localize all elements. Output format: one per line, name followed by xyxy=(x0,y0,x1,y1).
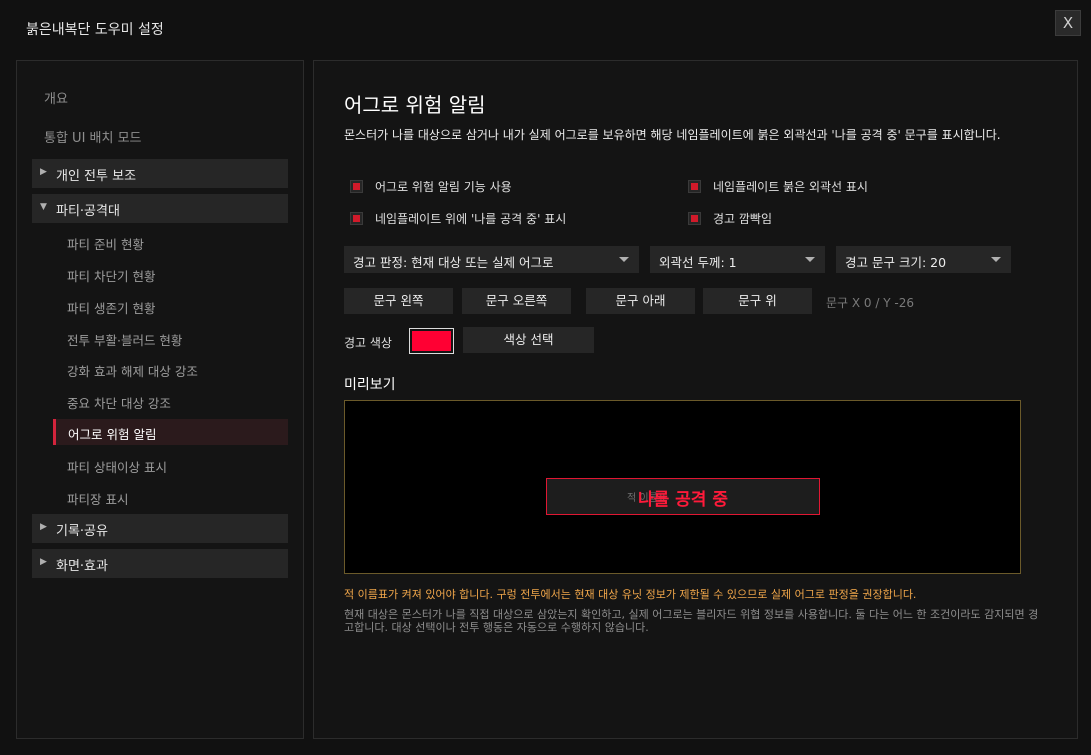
dropdown-value: 외곽선 두께: 1 xyxy=(659,255,737,270)
sidebar-group-records-share[interactable]: ▶ 기록·공유 xyxy=(32,514,288,543)
group-label: 파티·공격대 xyxy=(56,204,120,219)
checkbox-label: 네임플레이트 붉은 외곽선 표시 xyxy=(713,180,868,194)
title-bar: 붉은내복단 도우미 설정 X xyxy=(0,0,1091,58)
sidebar-item-overview[interactable]: 개요 xyxy=(44,88,68,107)
sidebar-item-label: 어그로 위험 알림 xyxy=(68,427,157,442)
checkbox-box[interactable] xyxy=(350,180,363,193)
warning-text-size-dropdown[interactable]: 경고 문구 크기: 20 xyxy=(836,246,1011,273)
checkbox-box[interactable] xyxy=(688,212,701,225)
sidebar-item-party-ready[interactable]: 파티 준비 현황 xyxy=(67,234,144,253)
preview-title: 미리보기 xyxy=(344,377,396,393)
sidebar-item-battle-res[interactable]: 전투 부활·블러드 현황 xyxy=(67,330,182,349)
warning-color-label: 경고 색상 xyxy=(344,336,392,350)
page-description: 몬스터가 나를 대상으로 삼거나 내가 실제 어그로를 보유하면 해당 네임플레… xyxy=(344,128,1001,142)
chevron-right-icon: ▶ xyxy=(40,557,47,567)
chevron-down-icon xyxy=(619,257,629,262)
aggro-warning-text: 나를 공격 중 xyxy=(637,490,729,510)
group-label: 화면·효과 xyxy=(56,559,108,574)
preview-nameplate: 적 이름표 나를 공격 중 xyxy=(546,478,820,515)
text-right-button[interactable]: 문구 오른쪽 xyxy=(462,288,571,314)
group-label: 개인 전투 보조 xyxy=(56,169,137,184)
checkbox-label: 네임플레이트 위에 '나를 공격 중' 표시 xyxy=(375,212,567,226)
chevron-down-icon xyxy=(991,257,1001,262)
group-label: 기록·공유 xyxy=(56,524,108,539)
warning-judgement-dropdown[interactable]: 경고 판정: 현재 대상 또는 실제 어그로 xyxy=(344,246,639,273)
sidebar-group-personal-combat[interactable]: ▶ 개인 전투 보조 xyxy=(32,159,288,188)
info-text: 현재 대상은 몬스터가 나를 직접 대상으로 삼았는지 확인하고, 실제 어그로… xyxy=(344,608,1039,634)
sidebar-item-interrupt-highlight[interactable]: 중요 차단 대상 강조 xyxy=(67,393,171,412)
page-title: 어그로 위험 알림 xyxy=(344,93,486,117)
checkbox-box[interactable] xyxy=(688,180,701,193)
text-below-button[interactable]: 문구 아래 xyxy=(586,288,695,314)
color-swatch-fill xyxy=(412,331,451,351)
sidebar-item-party-debuffs[interactable]: 파티 상태이상 표시 xyxy=(67,457,167,476)
sidebar-group-party-raid[interactable]: ▼ 파티·공격대 xyxy=(32,194,288,223)
checkbox-label: 경고 깜빡임 xyxy=(713,212,773,226)
window-title: 붉은내복단 도우미 설정 xyxy=(26,22,164,38)
chevron-down-icon xyxy=(805,257,815,262)
sidebar-group-screen-effects[interactable]: ▶ 화면·효과 xyxy=(32,549,288,578)
sidebar-item-aggro-alert[interactable]: 어그로 위험 알림 xyxy=(53,419,288,445)
choose-color-button[interactable]: 색상 선택 xyxy=(463,327,594,353)
warning-color-swatch[interactable] xyxy=(409,328,454,354)
sidebar-item-dispel-highlight[interactable]: 강화 효과 해제 대상 강조 xyxy=(67,361,198,380)
preview-area: 적 이름표 나를 공격 중 xyxy=(344,400,1021,574)
warning-notice: 적 이름표가 켜져 있어야 합니다. 구렁 전투에서는 현재 대상 유닛 정보가… xyxy=(344,588,917,601)
settings-panel: 어그로 위험 알림 몬스터가 나를 대상으로 삼거나 내가 실제 어그로를 보유… xyxy=(313,60,1078,739)
checkbox-label: 어그로 위험 알림 기능 사용 xyxy=(375,180,512,194)
text-left-button[interactable]: 문구 왼쪽 xyxy=(344,288,453,314)
sidebar-item-party-interrupts[interactable]: 파티 차단기 현황 xyxy=(67,266,155,285)
dropdown-value: 경고 판정: 현재 대상 또는 실제 어그로 xyxy=(353,255,554,270)
checkbox-box[interactable] xyxy=(350,212,363,225)
chevron-right-icon: ▶ xyxy=(40,522,47,532)
dropdown-value: 경고 문구 크기: 20 xyxy=(845,255,947,270)
close-button[interactable]: X xyxy=(1055,10,1081,36)
text-offset-readout: 문구 X 0 / Y -26 xyxy=(826,296,914,310)
chevron-right-icon: ▶ xyxy=(40,167,47,177)
chevron-down-icon: ▼ xyxy=(40,202,47,212)
sidebar-item-party-leader[interactable]: 파티장 표시 xyxy=(67,489,128,508)
sidebar-item-party-defensives[interactable]: 파티 생존기 현황 xyxy=(67,298,155,317)
text-above-button[interactable]: 문구 위 xyxy=(703,288,812,314)
outline-thickness-dropdown[interactable]: 외곽선 두께: 1 xyxy=(650,246,825,273)
sidebar: 개요 통합 UI 배치 모드 ▶ 개인 전투 보조 ▼ 파티·공격대 파티 준비… xyxy=(16,60,304,739)
sidebar-item-ui-layout-mode[interactable]: 통합 UI 배치 모드 xyxy=(44,127,142,146)
